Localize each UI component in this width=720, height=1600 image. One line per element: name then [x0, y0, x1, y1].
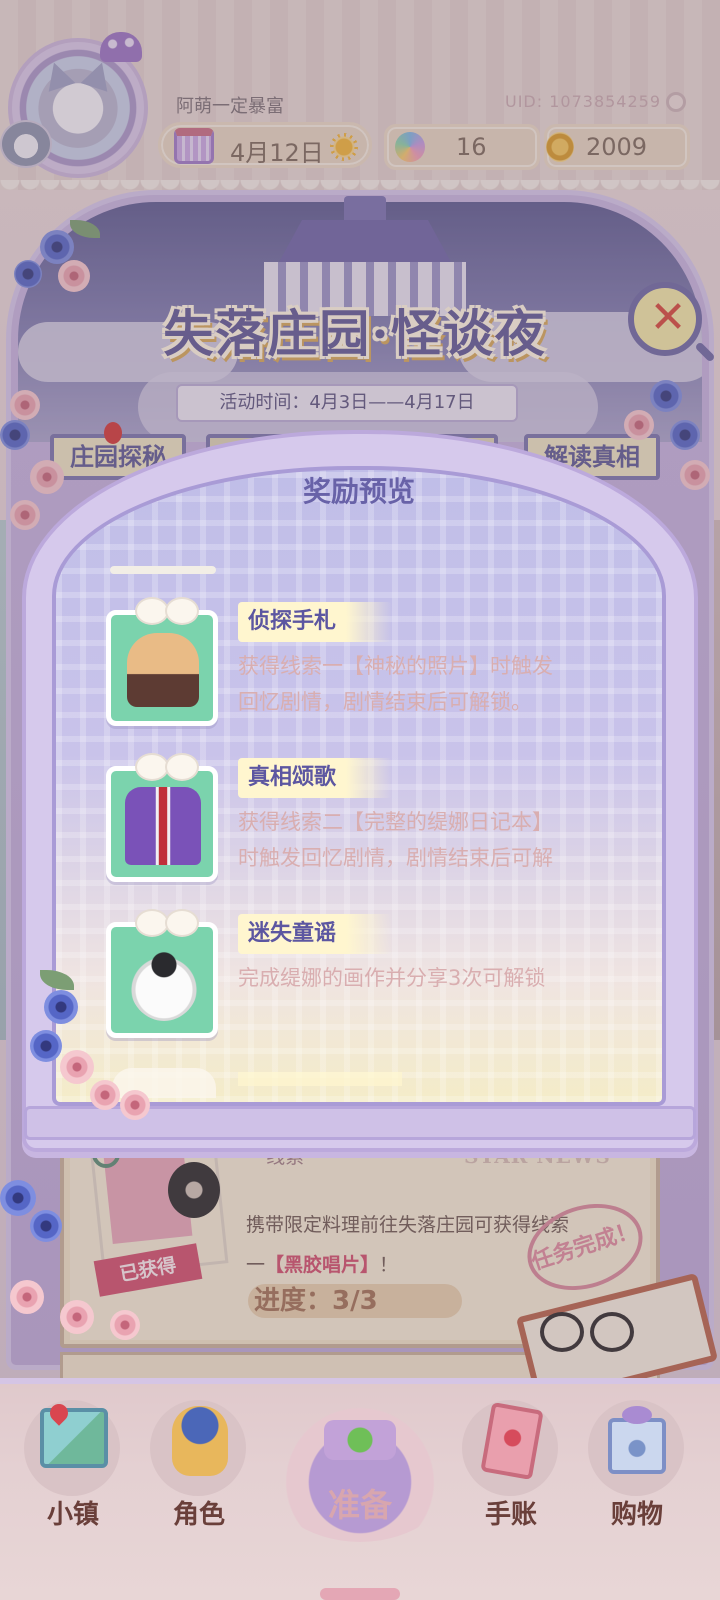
nav-role[interactable]: 角色: [144, 1400, 254, 1550]
nav-prepare[interactable]: 准备: [292, 1400, 428, 1550]
bow-icon: [135, 597, 199, 625]
nav-journal[interactable]: 手账: [456, 1400, 566, 1550]
reward-description: 获得线索一【神秘的照片】时触发 回忆剧情，剧情结束后可解锁。: [238, 654, 553, 714]
reward-row-partial-top: [110, 566, 216, 574]
reward-row[interactable]: 真相颂歌 获得线索二【完整的缇娜日记本】 时触发回忆剧情，剧情结束后可解: [106, 753, 666, 908]
gift-box: [106, 753, 218, 882]
reward-name: 迷失童谣: [238, 914, 393, 954]
nav-town[interactable]: 小镇: [18, 1400, 128, 1550]
bow-icon: [135, 753, 199, 781]
nav-shop[interactable]: 购物: [582, 1400, 692, 1550]
bow-icon: [135, 909, 199, 937]
reward-description: 获得线索二【完整的缇娜日记本】 时触发回忆剧情，剧情结束后可解: [238, 810, 553, 870]
purple-suit-icon: [125, 787, 201, 865]
reward-name-partial: [238, 1072, 402, 1086]
reward-name: 真相颂歌: [238, 758, 393, 798]
reward-description: 完成缇娜的画作并分享3次可解锁: [238, 966, 546, 990]
reward-row[interactable]: 侦探手札 获得线索一【神秘的照片】时触发 回忆剧情，剧情结束后可解锁。: [106, 597, 666, 752]
reward-name: 侦探手札: [238, 602, 393, 642]
modal-title: 奖励预览: [302, 475, 415, 508]
reward-row[interactable]: 迷失童谣 完成缇娜的画作并分享3次可解锁: [106, 909, 666, 1064]
flower-decoration-bottom-left: [0, 960, 180, 1380]
picnic-basket-icon: [324, 1420, 396, 1460]
character-icon: [172, 1406, 228, 1476]
shopping-bag-icon: [608, 1418, 666, 1474]
detective-coat-icon: [127, 633, 199, 707]
gift-box: [106, 597, 218, 726]
bag-bow-icon: [622, 1406, 652, 1424]
home-indicator: [320, 1588, 400, 1600]
